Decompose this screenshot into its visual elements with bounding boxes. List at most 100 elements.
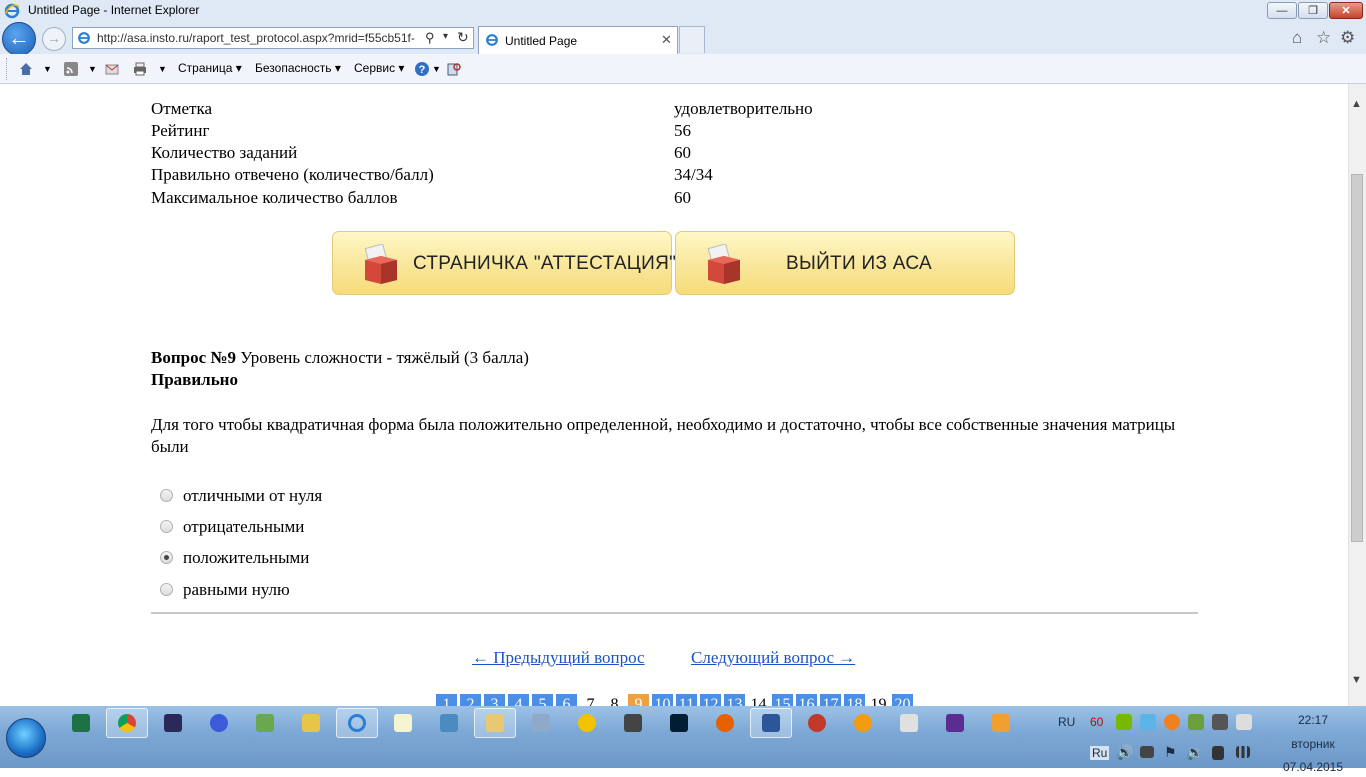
forward-button[interactable]: → [42,27,66,51]
firefox-icon[interactable] [716,714,734,732]
tray-app-4-icon[interactable] [1212,714,1228,730]
print-dropdown-icon[interactable]: ▼ [158,64,167,74]
question-page-2[interactable]: 2 [460,694,481,706]
language-indicator[interactable]: RU [1058,715,1075,729]
close-button[interactable]: ✕ [1329,2,1363,19]
camera-icon[interactable] [624,714,642,732]
question-page-11[interactable]: 11 [676,694,697,706]
question-page-9[interactable]: 9 [628,694,649,706]
search-icon[interactable]: ⚲ [425,30,435,46]
tab-untitled-page[interactable]: Untitled Page ✕ [478,26,678,54]
action-center-flag-icon[interactable]: ⚑ [1164,744,1177,761]
question-page-16[interactable]: 16 [796,694,817,706]
question-page-20[interactable]: 20 [892,694,913,706]
menu-page[interactable]: Страница ▾ [178,61,242,75]
radio-button[interactable] [160,520,173,533]
aimp-icon[interactable] [578,714,596,732]
tray-counter[interactable]: 60 [1090,715,1103,729]
system-clock[interactable]: 22:17 вторник 07.04.2015 [1268,710,1358,777]
calculator-icon[interactable] [900,714,918,732]
media-player-icon[interactable] [164,714,182,732]
clock-time: 22:17 [1297,713,1329,727]
network-signal-icon[interactable] [1236,746,1250,758]
app-2-icon[interactable] [854,714,872,732]
taskbar-word-button[interactable] [750,708,792,738]
question-page-14[interactable]: 14 [748,694,769,706]
scrollbar-thumb[interactable] [1351,174,1363,542]
wifi-app-icon[interactable] [394,714,412,732]
back-button[interactable]: ← [2,22,36,56]
vertical-scrollbar[interactable]: ▲ ▼ [1348,84,1366,706]
tools-gear-icon[interactable]: ⚙ [1340,28,1355,48]
rss-feed-icon[interactable] [63,61,79,77]
new-tab-button[interactable] [679,26,705,53]
question-page-17[interactable]: 17 [820,694,841,706]
home-icon[interactable]: ⌂ [1292,28,1302,48]
tray-app-icon[interactable] [1140,714,1156,730]
radio-button[interactable] [160,583,173,596]
speaker-icon[interactable]: 🔊 [1116,744,1133,761]
menu-tools[interactable]: Сервис ▾ [354,61,404,75]
taskbar-chrome-button[interactable] [106,708,148,738]
notes-icon[interactable] [302,714,320,732]
volume-icon[interactable]: 🔉 [1186,744,1203,761]
attestation-page-button[interactable]: СТРАНИЧКА "АТТЕСТАЦИЯ" [332,231,676,295]
question-page-18[interactable]: 18 [844,694,865,706]
next-question-link[interactable]: Следующий вопрос → [691,648,855,668]
address-url[interactable]: http://asa.insto.ru/raport_test_protocol… [97,31,415,45]
excel-icon[interactable] [72,714,90,732]
keyboard-layout[interactable]: Ru [1090,746,1110,760]
research-icon[interactable] [446,61,462,77]
help-icon[interactable]: ? [414,61,430,77]
feed-dropdown-icon[interactable]: ▼ [88,64,97,74]
audio-app-icon[interactable] [532,714,550,732]
nvidia-icon[interactable] [1116,714,1132,730]
start-button[interactable] [6,718,46,758]
radio-button[interactable] [160,489,173,502]
home-dropdown-icon[interactable]: ▼ [43,64,52,74]
question-page-19[interactable]: 19 [868,694,889,706]
question-page-13[interactable]: 13 [724,694,745,706]
tray-app-2-icon[interactable] [1164,714,1180,730]
menu-security[interactable]: Безопасность ▾ [255,61,341,75]
tray-app-5-icon[interactable] [1236,714,1252,730]
print-icon[interactable] [132,61,148,77]
minimize-button[interactable]: — [1267,2,1297,19]
favorites-star-icon[interactable]: ☆ [1316,28,1331,48]
exit-asa-button[interactable]: ВЫЙТИ ИЗ АСА [675,231,1015,295]
mail-icon[interactable] [104,61,120,77]
app-icon[interactable] [256,714,274,732]
power-icon[interactable] [1212,746,1224,760]
help-dropdown-icon[interactable]: ▼ [432,64,441,74]
previous-question-link[interactable]: ← Предыдущий вопрос [472,648,645,668]
taskbar-ie-button[interactable] [336,708,378,738]
tray-app-3-icon[interactable] [1188,714,1204,730]
address-bar[interactable]: http://asa.insto.ru/raport_test_protocol… [72,27,474,49]
daemon-tools-icon[interactable] [210,714,228,732]
video-player-icon[interactable] [992,714,1010,732]
monitor-icon[interactable] [1140,746,1154,758]
question-page-5[interactable]: 5 [532,694,553,706]
scroll-up-arrow-icon[interactable]: ▲ [1351,98,1362,110]
question-page-6[interactable]: 6 [556,694,577,706]
scroll-down-arrow-icon[interactable]: ▼ [1351,674,1362,686]
window-app-icon[interactable] [440,714,458,732]
question-page-15[interactable]: 15 [772,694,793,706]
question-page-3[interactable]: 3 [484,694,505,706]
opera-icon[interactable] [808,714,826,732]
taskbar-explorer-button[interactable] [474,708,516,738]
tab-close-icon[interactable]: ✕ [661,32,672,48]
address-dropdown-icon[interactable]: ▾ [443,31,448,42]
question-page-12[interactable]: 12 [700,694,721,706]
refresh-icon[interactable]: ↻ [457,29,469,46]
home-icon[interactable] [18,61,34,77]
question-page-1[interactable]: 1 [436,694,457,706]
radio-button-selected[interactable] [160,551,173,564]
question-page-8[interactable]: 8 [604,694,625,706]
question-page-4[interactable]: 4 [508,694,529,706]
visual-studio-icon[interactable] [946,714,964,732]
restore-button[interactable]: ❐ [1298,2,1328,19]
question-page-7[interactable]: 7 [580,694,601,706]
question-page-10[interactable]: 10 [652,694,673,706]
photoshop-icon[interactable] [670,714,688,732]
